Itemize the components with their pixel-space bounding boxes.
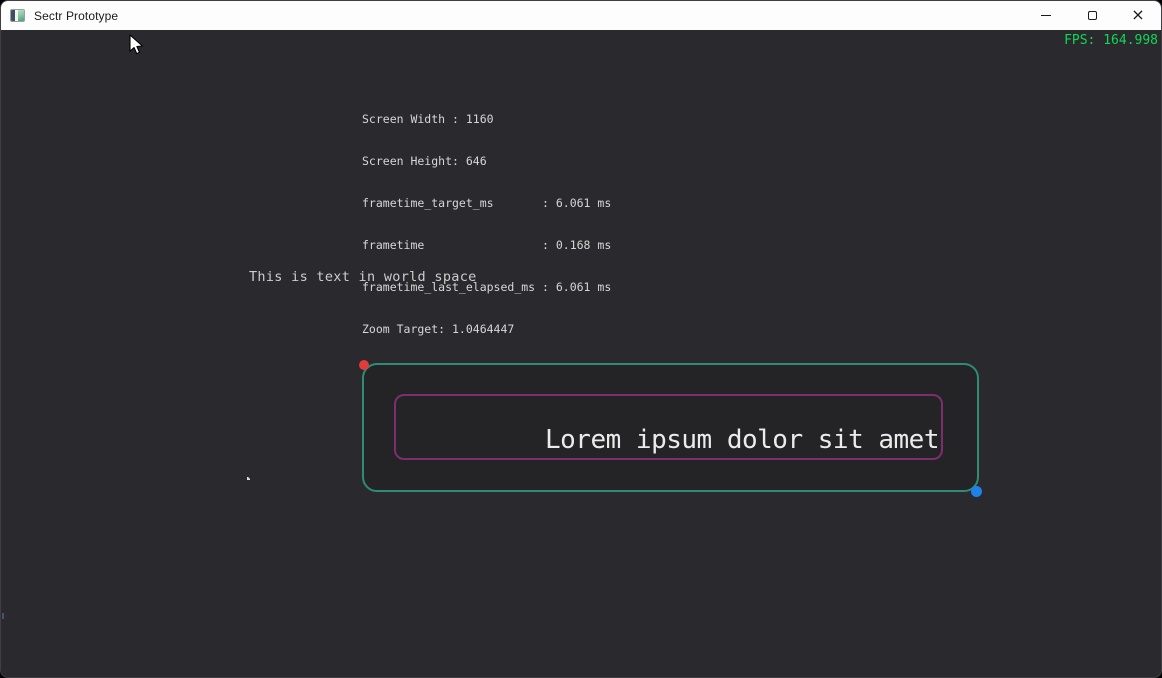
- debug-line-frametime: frametime : 0.168 ms: [362, 238, 611, 252]
- debug-line-screen-width: Screen Width : 1160: [362, 112, 611, 126]
- left-edge-artifact: [2, 613, 4, 619]
- debug-readout: Screen Width : 1160 Screen Height: 646 f…: [362, 84, 611, 364]
- arrow-cursor-icon: [129, 34, 144, 60]
- stray-mark: [247, 477, 250, 480]
- minimize-icon: [1041, 15, 1051, 16]
- corner-handle-red-icon[interactable]: [359, 360, 369, 370]
- app-icon: [10, 9, 25, 22]
- world-inner-text-box[interactable]: Lorem ipsum dolor sit amet: [394, 394, 943, 460]
- close-button[interactable]: ×: [1115, 1, 1161, 30]
- app-window: Sectr Prototype × FPS: 164.998 Screen Wi…: [0, 0, 1162, 678]
- world-space-text: This is text in world space: [249, 269, 477, 285]
- debug-line-frametime-target: frametime_target_ms : 6.061 ms: [362, 196, 611, 210]
- minimize-button[interactable]: [1023, 1, 1069, 30]
- app-icon-stripe: [18, 10, 24, 21]
- world-outer-box[interactable]: Lorem ipsum dolor sit amet: [362, 363, 979, 492]
- window-title: Sectr Prototype: [34, 9, 118, 23]
- app-canvas: FPS: 164.998 Screen Width : 1160 Screen …: [2, 31, 1160, 676]
- close-icon: ×: [1131, 7, 1144, 23]
- maximize-icon: [1088, 11, 1097, 20]
- corner-handle-blue-icon[interactable]: [971, 486, 982, 497]
- debug-line-screen-height: Screen Height: 646: [362, 154, 611, 168]
- debug-line-zoom-target: Zoom Target: 1.0464447: [362, 322, 611, 336]
- fps-counter: FPS: 164.998: [1064, 33, 1158, 48]
- maximize-button[interactable]: [1069, 1, 1115, 30]
- titlebar[interactable]: Sectr Prototype ×: [1, 1, 1161, 30]
- lorem-ipsum-text: Lorem ipsum dolor sit amet: [545, 425, 939, 455]
